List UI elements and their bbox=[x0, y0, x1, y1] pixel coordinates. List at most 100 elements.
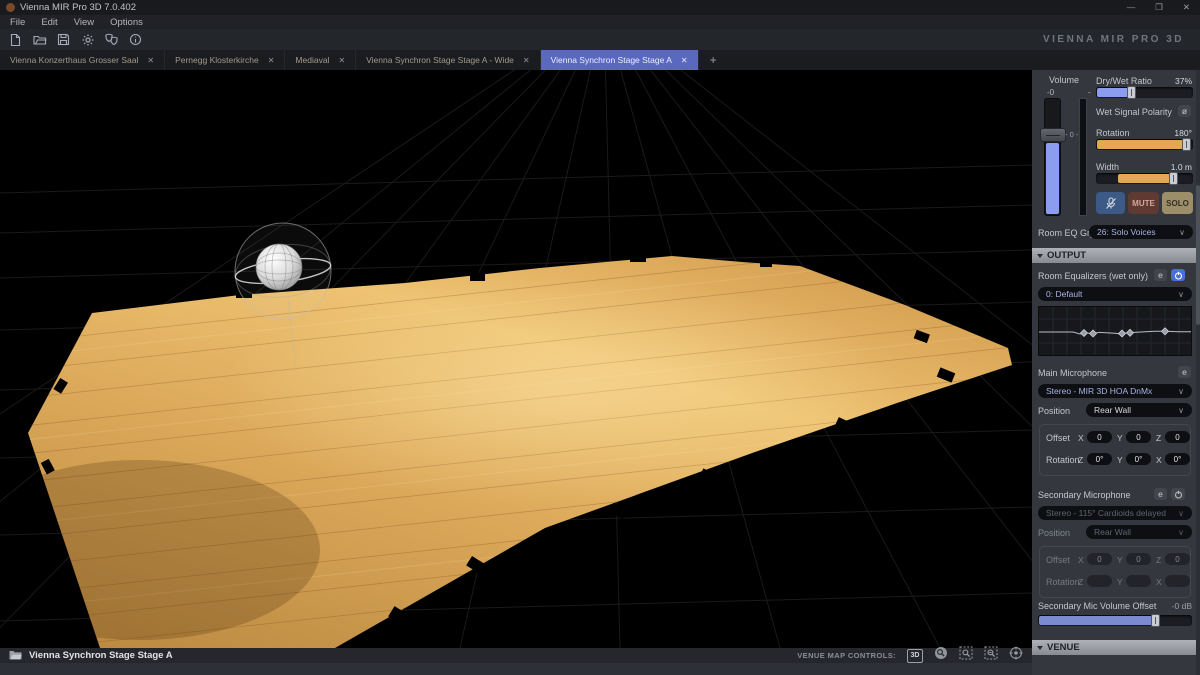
main-mic-position-value: Rear Wall bbox=[1094, 405, 1131, 415]
rotation-value: 180° bbox=[1152, 128, 1192, 138]
width-handle[interactable] bbox=[1169, 172, 1178, 185]
tab-close-icon[interactable]: ✕ bbox=[681, 56, 688, 65]
width-label: Width bbox=[1096, 162, 1119, 172]
mic-rotation-label: Rotation bbox=[1046, 577, 1080, 587]
tab-synchron-stage-wide[interactable]: Vienna Synchron Stage Stage A - Wide ✕ bbox=[356, 50, 540, 70]
chevron-down-icon: ∨ bbox=[1178, 290, 1184, 299]
tab-close-icon[interactable]: ✕ bbox=[523, 56, 530, 65]
info-icon[interactable] bbox=[128, 32, 143, 47]
main-mic-position-dropdown[interactable]: Rear Wall ∨ bbox=[1086, 403, 1192, 417]
panel-scrollbar-thumb[interactable] bbox=[1196, 185, 1200, 325]
venue-header-label: VENUE bbox=[1047, 642, 1080, 653]
axis-label: Z bbox=[1078, 455, 1083, 465]
volume-slider[interactable] bbox=[1044, 98, 1061, 216]
mute-button[interactable]: MUTE bbox=[1128, 192, 1159, 214]
rotation-z-field[interactable]: 0° bbox=[1087, 453, 1112, 465]
tab-close-icon[interactable]: ✕ bbox=[338, 56, 345, 65]
eq-preset-dropdown[interactable]: 0: Default ∨ bbox=[1038, 287, 1192, 301]
minimize-icon[interactable]: — bbox=[1127, 2, 1136, 13]
secondary-mic-position-dropdown[interactable]: Rear Wall ∨ bbox=[1086, 525, 1192, 539]
dry-wet-handle[interactable] bbox=[1127, 86, 1136, 99]
axis-label: Z bbox=[1078, 577, 1083, 587]
tab-pernegg-klosterkirche[interactable]: Pernegg Klosterkirche ✕ bbox=[165, 50, 285, 70]
offset-y-field[interactable]: 0 bbox=[1126, 431, 1151, 443]
solo-button[interactable]: SOLO bbox=[1162, 192, 1193, 214]
offset-x-field[interactable]: 0 bbox=[1087, 553, 1112, 565]
rotation-x-field[interactable]: 0° bbox=[1165, 453, 1190, 465]
offset-z-field[interactable]: 0 bbox=[1165, 553, 1190, 565]
close-icon[interactable]: ✕ bbox=[1183, 2, 1190, 13]
tab-label: Pernegg Klosterkirche bbox=[175, 55, 259, 65]
volume-slider-handle[interactable] bbox=[1040, 128, 1066, 142]
output-section-header[interactable]: OUTPUT bbox=[1032, 248, 1200, 263]
main-mic-mix-value: Stereo - MIR 3D HOA DnMx bbox=[1046, 386, 1152, 396]
venue-map-controls-label: VENUE MAP CONTROLS: bbox=[797, 651, 896, 660]
main-mic-edit-button[interactable]: e bbox=[1178, 366, 1191, 378]
menu-file[interactable]: File bbox=[10, 17, 25, 28]
secondary-mic-volume-slider[interactable] bbox=[1038, 615, 1192, 626]
rotation-slider[interactable] bbox=[1096, 139, 1193, 150]
tab-synchron-stage-active[interactable]: Vienna Synchron Stage Stage A ✕ bbox=[541, 50, 699, 70]
eq-power-button[interactable] bbox=[1171, 269, 1185, 281]
tab-label: Vienna Konzerthaus Grosser Saal bbox=[10, 55, 138, 65]
offset-y-field[interactable]: 0 bbox=[1126, 553, 1151, 565]
add-tab-button[interactable]: + bbox=[699, 50, 728, 70]
open-project-icon[interactable] bbox=[32, 32, 47, 47]
main-mic-mix-dropdown[interactable]: Stereo - MIR 3D HOA DnMx ∨ bbox=[1038, 384, 1192, 398]
eq-edit-button[interactable]: e bbox=[1154, 269, 1167, 281]
secondary-mic-position-label: Position bbox=[1038, 528, 1070, 538]
tab-close-icon[interactable]: ✕ bbox=[147, 56, 154, 65]
tab-mediaval[interactable]: Mediaval ✕ bbox=[285, 50, 356, 70]
toolbar: VIENNA MIR PRO 3D bbox=[0, 29, 1200, 50]
volume-value: -0 bbox=[1047, 88, 1054, 97]
venue-map-viewport[interactable] bbox=[0, 70, 1032, 648]
settings-gear-icon[interactable] bbox=[80, 32, 95, 47]
secondary-mic-volume-offset-label: Secondary Mic Volume Offset bbox=[1038, 601, 1156, 611]
view-3d-toggle-button[interactable]: 3D bbox=[907, 649, 923, 663]
rotation-fill bbox=[1097, 140, 1183, 149]
maximize-icon[interactable]: ❐ bbox=[1155, 2, 1163, 13]
secondary-mic-volume-handle[interactable] bbox=[1151, 614, 1160, 627]
menu-edit[interactable]: Edit bbox=[41, 17, 57, 28]
menu-view[interactable]: View bbox=[74, 17, 94, 28]
chevron-down-icon: ∨ bbox=[1178, 528, 1184, 537]
tab-bar: Vienna Konzerthaus Grosser Saal ✕ Perneg… bbox=[0, 50, 1200, 70]
secondary-mic-mix-dropdown[interactable]: Stereo - 115° Cardioids delayed ∨ bbox=[1038, 506, 1192, 520]
menu-options[interactable]: Options bbox=[110, 17, 143, 28]
axis-label: Z bbox=[1156, 433, 1161, 443]
instrument-icon-button[interactable] bbox=[1096, 192, 1125, 214]
offset-x-field[interactable]: 0 bbox=[1087, 431, 1112, 443]
window-title: Vienna MIR Pro 3D 7.0.402 bbox=[20, 2, 136, 13]
axis-label: X bbox=[1078, 433, 1084, 443]
tab-vienna-konzerthaus[interactable]: Vienna Konzerthaus Grosser Saal ✕ bbox=[0, 50, 165, 70]
venue-section-header[interactable]: VENUE bbox=[1032, 640, 1200, 655]
eq-preset-value: 0: Default bbox=[1046, 289, 1082, 299]
dry-wet-fill bbox=[1097, 88, 1131, 97]
room-eq-grp-dropdown[interactable]: 26: Solo Voices ∨ bbox=[1089, 225, 1193, 239]
brand-logo: VIENNA MIR PRO 3D bbox=[1043, 34, 1192, 45]
rotation-z-field[interactable] bbox=[1087, 575, 1112, 587]
offset-label: Offset bbox=[1046, 555, 1070, 565]
tab-close-icon[interactable]: ✕ bbox=[268, 56, 275, 65]
polarity-button[interactable]: ø bbox=[1178, 105, 1191, 117]
level-meter bbox=[1079, 98, 1087, 216]
rotation-y-field[interactable]: 0° bbox=[1126, 453, 1151, 465]
dry-wet-slider[interactable] bbox=[1096, 87, 1193, 98]
rotation-handle[interactable] bbox=[1182, 138, 1191, 151]
secondary-mic-power-button[interactable] bbox=[1171, 488, 1185, 500]
save-icon[interactable] bbox=[56, 32, 71, 47]
folder-icon[interactable] bbox=[9, 647, 22, 665]
tab-label: Vienna Synchron Stage Stage A bbox=[551, 55, 672, 65]
stage-floor[interactable] bbox=[0, 202, 1032, 648]
panel-scrollbar[interactable] bbox=[1196, 70, 1200, 675]
mic-rotation-label: Rotation bbox=[1046, 455, 1080, 465]
eq-graph[interactable] bbox=[1038, 306, 1192, 356]
secondary-mic-edit-button[interactable]: e bbox=[1154, 488, 1167, 500]
width-slider[interactable] bbox=[1096, 173, 1193, 184]
masks-icon[interactable] bbox=[104, 32, 119, 47]
new-project-icon[interactable] bbox=[8, 32, 23, 47]
offset-z-field[interactable]: 0 bbox=[1165, 431, 1190, 443]
rotation-y-field[interactable] bbox=[1126, 575, 1151, 587]
rotation-x-field[interactable] bbox=[1165, 575, 1190, 587]
room-equalizers-label: Room Equalizers (wet only) bbox=[1038, 271, 1148, 281]
